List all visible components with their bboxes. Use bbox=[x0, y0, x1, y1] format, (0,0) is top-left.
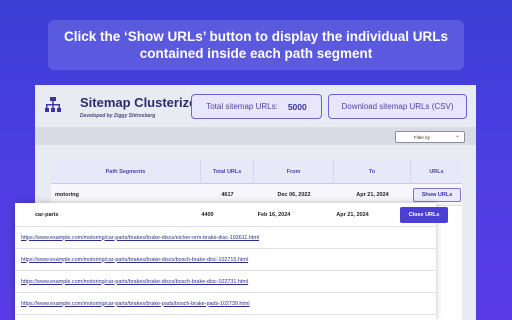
header-to: To bbox=[334, 160, 411, 184]
expanded-segment-panel: car-parts 4400 Feb 16, 2024 Apr 21, 2024… bbox=[15, 203, 448, 320]
cell-to: Apr 21, 2024 bbox=[336, 212, 369, 218]
show-urls-button[interactable]: Show URLs bbox=[413, 188, 461, 202]
url-link[interactable]: https://www.example.com/motoring/car-par… bbox=[15, 271, 436, 293]
url-link[interactable]: https://www.example.com/motoring/car-par… bbox=[15, 227, 436, 249]
app-subtitle: Developed by Ziggy Shtrosberg bbox=[80, 113, 156, 119]
url-link[interactable]: https://www.example.com/motoring/car-par… bbox=[15, 293, 436, 315]
cell-segment: car-parts bbox=[35, 212, 59, 218]
filter-select-value: Filter by bbox=[414, 134, 431, 140]
total-urls-value: 5000 bbox=[287, 101, 307, 112]
header-urls: URLs bbox=[429, 169, 444, 175]
table-row: car-parts 4400 Feb 16, 2024 Apr 21, 2024… bbox=[15, 203, 448, 227]
header-total-urls: Total URLs bbox=[201, 160, 254, 184]
close-urls-button[interactable]: Close URLs bbox=[400, 207, 448, 223]
app-title: Sitemap Clusterizer bbox=[80, 95, 202, 110]
filter-select[interactable]: Filter by ⌄ bbox=[395, 131, 465, 143]
download-csv-label: Download sitemap URLs (CSV) bbox=[341, 102, 454, 111]
chevron-down-icon: ⌄ bbox=[454, 133, 460, 139]
sitemap-tree-icon bbox=[45, 97, 61, 112]
instruction-banner: Click the ‘Show URLs’ button to display … bbox=[48, 20, 464, 70]
total-urls-label: Total sitemap URLs: bbox=[206, 102, 278, 111]
header-from: From bbox=[254, 160, 334, 184]
download-csv-button[interactable]: Download sitemap URLs (CSV) bbox=[328, 94, 467, 119]
cell-from: Feb 16, 2024 bbox=[257, 212, 291, 218]
total-urls-box: Total sitemap URLs: 5000 bbox=[191, 94, 322, 119]
cell-total: 4400 bbox=[201, 212, 214, 218]
close-urls-label: Close URLs bbox=[408, 212, 440, 218]
url-link[interactable]: https://www.example.com/motoring/car-par… bbox=[15, 249, 436, 271]
table-header: Path Segments Total URLs From To URLs bbox=[51, 160, 462, 184]
show-urls-label: Show URLs bbox=[421, 192, 453, 198]
instruction-text: Click the ‘Show URLs’ button to display … bbox=[63, 29, 449, 61]
app-header: Sitemap Clusterizer Developed by Ziggy S… bbox=[35, 85, 476, 127]
header-path-segments: Path Segments bbox=[51, 160, 201, 184]
